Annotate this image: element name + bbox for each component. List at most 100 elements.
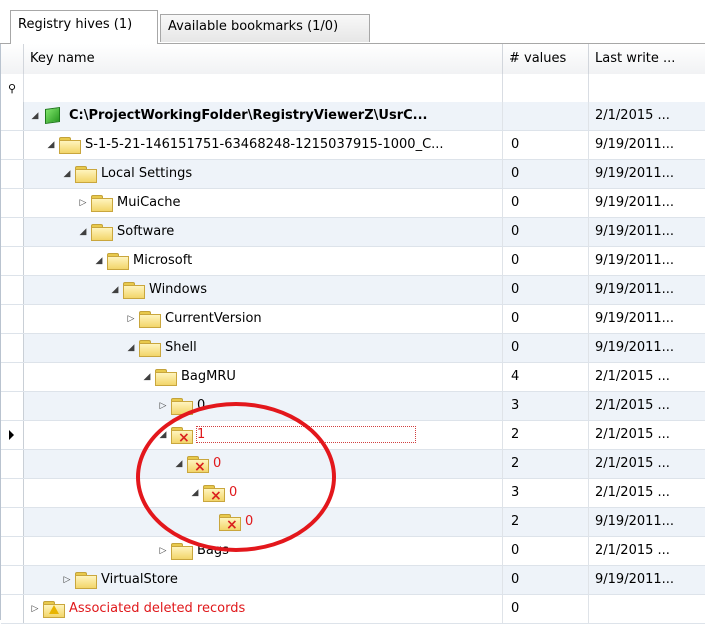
values-count-cell[interactable]: 3 [503,479,589,507]
row-selector-cell[interactable] [1,305,24,333]
collapse-toggle-icon[interactable]: ◢ [142,372,152,382]
registry-tree-grid[interactable]: Key name # values Last write ... ⚲ ◢ C:\P… [0,44,705,624]
expand-toggle-icon[interactable]: ▷ [78,198,88,208]
values-count-cell[interactable]: 0 [503,595,589,623]
key-name-cell[interactable]: ◢ × 1 [24,421,503,449]
key-name-cell[interactable]: ▷ MuiCache [24,189,503,217]
collapse-toggle-icon[interactable]: ◢ [94,256,104,266]
key-name-cell[interactable]: ◢ Shell [24,334,503,362]
tree-row[interactable]: ◢ Microsoft 0 9/19/2011... [1,247,705,276]
collapse-toggle-icon[interactable]: ◢ [158,430,168,440]
filter-values-cell[interactable] [503,74,589,102]
values-count-cell[interactable]: 3 [503,392,589,420]
values-count-cell[interactable]: 0 [503,189,589,217]
key-name-cell[interactable]: ◢ × 0 [24,450,503,478]
last-write-cell[interactable]: 9/19/2011... [589,305,705,333]
collapse-toggle-icon[interactable]: ◢ [30,111,40,121]
last-write-cell[interactable]: 9/19/2011... [589,276,705,304]
last-write-cell[interactable]: 2/1/2015 ... [589,450,705,478]
key-name-cell[interactable]: ◢ Software [24,218,503,246]
collapse-toggle-icon[interactable]: ◢ [62,169,72,179]
tab-registry-hives[interactable]: Registry hives (1) [10,10,158,44]
row-selector-cell[interactable] [1,508,24,536]
values-count-cell[interactable]: 4 [503,363,589,391]
last-write-cell[interactable]: 2/1/2015 ... [589,479,705,507]
values-count-cell[interactable]: 0 [503,247,589,275]
last-write-cell[interactable]: 2/1/2015 ... [589,392,705,420]
last-write-cell[interactable]: 9/19/2011... [589,247,705,275]
key-name-cell[interactable]: ◢ C:\ProjectWorkingFolder\RegistryViewerZ… [24,102,503,130]
values-count-cell[interactable]: 0 [503,305,589,333]
key-name-cell[interactable]: ◢ Local Settings [24,160,503,188]
key-name-cell[interactable]: ▷ CurrentVersion [24,305,503,333]
row-selector-cell[interactable] [1,102,24,130]
tree-row[interactable]: ◢ BagMRU 4 2/1/2015 ... [1,363,705,392]
last-write-cell[interactable] [589,595,705,623]
last-write-cell[interactable]: 9/19/2011... [589,131,705,159]
filter-last-write-cell[interactable] [589,74,705,102]
row-selector-cell[interactable] [1,595,24,623]
column-header-key-name[interactable]: Key name [24,44,503,74]
row-selector-cell[interactable] [1,363,24,391]
tree-row[interactable]: ◢ C:\ProjectWorkingFolder\RegistryViewerZ… [1,102,705,131]
last-write-cell[interactable]: 9/19/2011... [589,508,705,536]
tree-row[interactable]: ◢ S-1-5-21-146151751-63468248-1215037915-… [1,131,705,160]
values-count-cell[interactable]: 0 [503,160,589,188]
row-selector-cell[interactable] [1,421,24,449]
key-name-cell[interactable]: × 0 [24,508,503,536]
last-write-cell[interactable]: 9/19/2011... [589,218,705,246]
row-selector-cell[interactable] [1,189,24,217]
expand-toggle-icon[interactable]: ▷ [62,575,72,585]
values-count-cell[interactable]: 0 [503,131,589,159]
tree-row[interactable]: × 0 2 9/19/2011... [1,508,705,537]
tree-row[interactable]: ◢ × 0 3 2/1/2015 ... [1,479,705,508]
collapse-toggle-icon[interactable]: ◢ [110,285,120,295]
collapse-toggle-icon[interactable]: ◢ [46,140,56,150]
values-count-cell[interactable]: 0 [503,566,589,594]
key-name-cell[interactable]: ◢ × 0 [24,479,503,507]
tree-row[interactable]: ▷ MuiCache 0 9/19/2011... [1,189,705,218]
last-write-cell[interactable]: 2/1/2015 ... [589,421,705,449]
tree-row[interactable]: ◢ Shell 0 9/19/2011... [1,334,705,363]
tree-row[interactable]: ◢ Local Settings 0 9/19/2011... [1,160,705,189]
expand-toggle-icon[interactable]: ▷ [30,604,40,614]
tree-row[interactable]: ▷ Bags 0 2/1/2015 ... [1,537,705,566]
row-selector-cell[interactable] [1,479,24,507]
tree-row[interactable]: ◢ Windows 0 9/19/2011... [1,276,705,305]
values-count-cell[interactable]: 2 [503,508,589,536]
last-write-cell[interactable]: 9/19/2011... [589,334,705,362]
values-count-cell[interactable]: 0 [503,334,589,362]
key-name-cell[interactable]: ▷ VirtualStore [24,566,503,594]
filter-key-name-cell[interactable] [24,74,503,102]
expand-toggle-icon[interactable]: ▷ [158,546,168,556]
row-selector-cell[interactable] [1,276,24,304]
last-write-cell[interactable]: 9/19/2011... [589,160,705,188]
values-count-cell[interactable]: 0 [503,276,589,304]
key-name-cell[interactable]: ◢ BagMRU [24,363,503,391]
collapse-toggle-icon[interactable]: ◢ [126,343,136,353]
last-write-cell[interactable]: 2/1/2015 ... [589,102,705,130]
key-name-cell[interactable]: ◢ Microsoft [24,247,503,275]
row-selector-cell[interactable] [1,131,24,159]
column-header-values[interactable]: # values [503,44,589,74]
row-selector-cell[interactable] [1,392,24,420]
tree-row[interactable]: ◢ Software 0 9/19/2011... [1,218,705,247]
last-write-cell[interactable]: 2/1/2015 ... [589,363,705,391]
tree-row[interactable]: ▷ VirtualStore 0 9/19/2011... [1,566,705,595]
row-selector-cell[interactable] [1,450,24,478]
values-count-cell[interactable]: 0 [503,537,589,565]
key-name-cell[interactable]: ▷ Bags [24,537,503,565]
collapse-toggle-icon[interactable]: ◢ [78,227,88,237]
last-write-cell[interactable]: 9/19/2011... [589,566,705,594]
last-write-cell[interactable]: 2/1/2015 ... [589,537,705,565]
row-selector-cell[interactable] [1,537,24,565]
key-name-cell[interactable]: ◢ Windows [24,276,503,304]
tab-available-bookmarks[interactable]: Available bookmarks (1/0) [160,14,370,42]
expand-toggle-icon[interactable]: ▷ [158,401,168,411]
key-name-cell[interactable]: ▷ 0 [24,392,503,420]
values-count-cell[interactable] [503,102,589,130]
row-selector-cell[interactable] [1,160,24,188]
tree-row[interactable]: ▷ CurrentVersion 0 9/19/2011... [1,305,705,334]
expand-toggle-icon[interactable]: ▷ [126,314,136,324]
collapse-toggle-icon[interactable]: ◢ [190,488,200,498]
